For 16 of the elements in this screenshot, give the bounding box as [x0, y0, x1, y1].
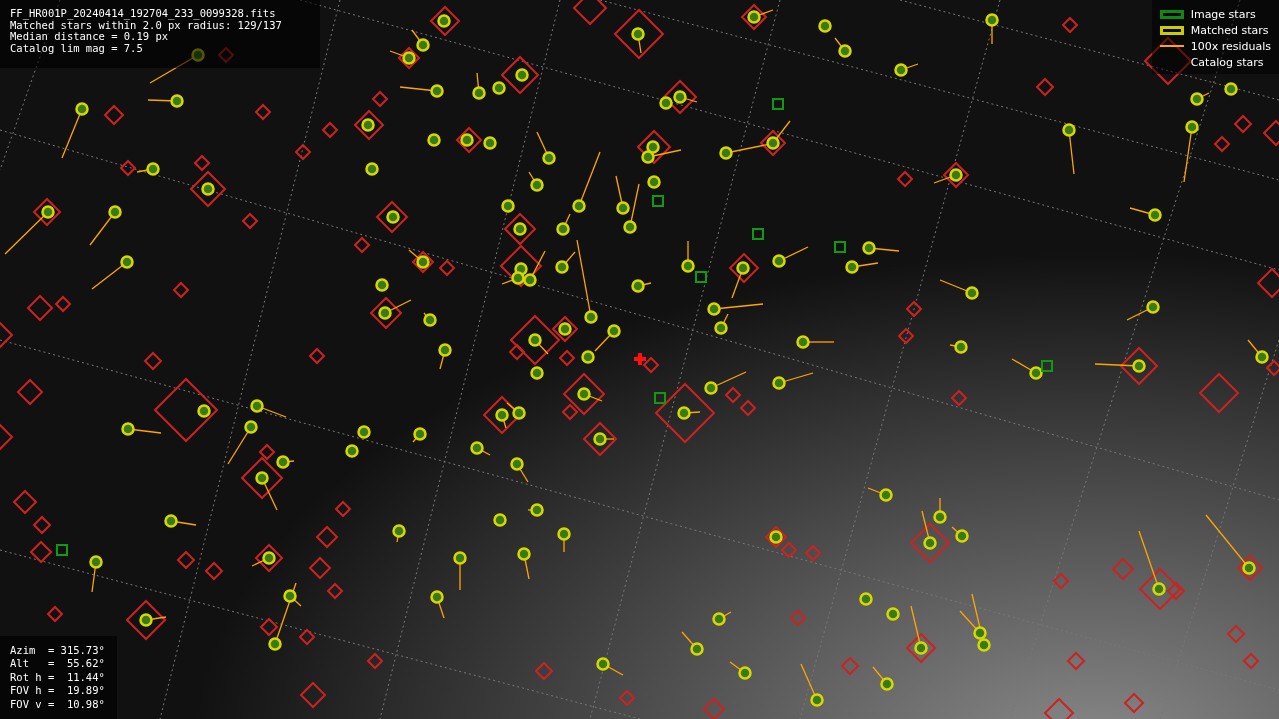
legend-label: Catalog stars	[1190, 55, 1264, 69]
pointing-text: Rot h = 11.44°	[10, 670, 105, 684]
legend-label: Image stars	[1190, 7, 1256, 21]
matched-star-swatch	[1159, 25, 1184, 35]
info-text: Median distance = 0.19 px	[10, 31, 169, 43]
pointing-text: FOV v = 10.98°	[10, 697, 105, 711]
info-text: Catalog lim mag = 7.5	[10, 42, 144, 54]
image-star-swatch	[1159, 9, 1184, 19]
legend-label: 100x residuals	[1190, 39, 1271, 53]
pointing-text: FOV h = 19.89°	[10, 684, 105, 698]
residual-line-swatch	[1159, 45, 1184, 47]
info-text: Matched stars within 2.0 px radius: 129/137	[10, 19, 283, 31]
pointing-text: Alt = 55.62°	[10, 657, 105, 671]
pointing-text: Azim = 315.73°	[10, 643, 105, 657]
info-text: FF_HR001P_20240414_192704_233_0099328.fits	[10, 8, 277, 20]
legend-label: Matched stars	[1190, 23, 1269, 37]
